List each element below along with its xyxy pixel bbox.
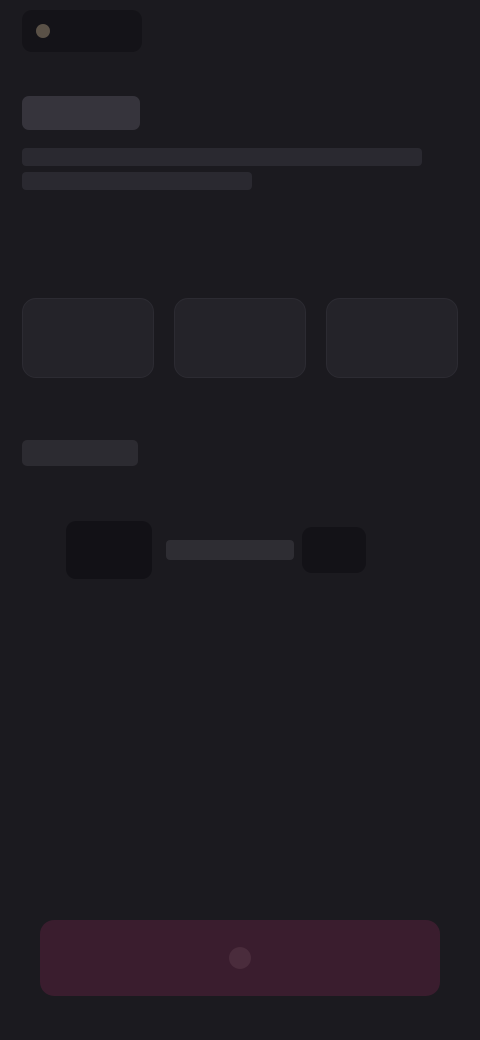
page-description — [22, 148, 432, 196]
section-heading — [22, 440, 138, 466]
options-row — [22, 298, 458, 378]
item-thumbnail — [66, 521, 152, 579]
page-title — [22, 96, 140, 130]
item-title — [166, 540, 294, 560]
options-label — [22, 260, 62, 278]
primary-action-button[interactable] — [40, 920, 440, 996]
logo-icon — [36, 24, 50, 38]
item-text — [166, 518, 294, 582]
list-item[interactable] — [22, 500, 458, 600]
top-bar[interactable] — [22, 10, 142, 52]
description-line — [22, 148, 422, 166]
button-icon — [229, 947, 251, 969]
option-card[interactable] — [22, 298, 154, 378]
description-line — [22, 172, 252, 190]
item-subtitle — [166, 518, 294, 532]
option-card[interactable] — [174, 298, 306, 378]
quantity-stepper[interactable] — [302, 527, 366, 573]
option-card[interactable] — [326, 298, 458, 378]
item-meta — [166, 568, 294, 582]
item-actions — [380, 524, 442, 576]
